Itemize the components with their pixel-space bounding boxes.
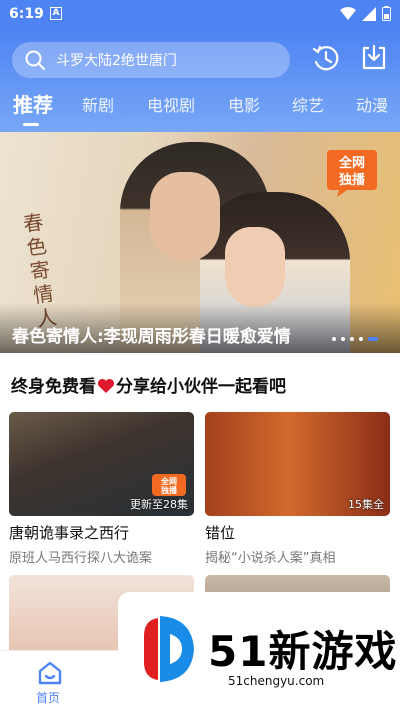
badge-text-2: 独播 <box>160 485 178 495</box>
category-tabs: 推荐 新剧 电视剧 电影 综艺 动漫 <box>0 88 400 128</box>
section-title-before: 终身免费看 <box>11 377 96 397</box>
download-icon[interactable] <box>358 42 390 74</box>
video-title: 唐朝诡事录之西行 <box>9 524 130 542</box>
wifi-icon <box>340 6 356 20</box>
badge-text-1: 全网 <box>338 155 365 171</box>
banner-title: 春色寄情人:李现周雨彤春日暖愈爱情 <box>12 327 291 347</box>
exclusive-badge: 全网 独播 <box>152 474 186 496</box>
notification-a-icon: A <box>50 7 62 20</box>
search-bar[interactable]: 斗罗大陆2绝世唐门 <box>12 42 290 78</box>
signal-icon <box>362 6 376 21</box>
episode-count: 更新至28集 <box>130 498 188 511</box>
video-card[interactable]: 全网 独播 更新至28集 唐朝诡事录之西行 原班人马西行探八大诡案 <box>9 412 194 566</box>
nav-home-label[interactable]: 首页 <box>36 689 60 706</box>
carousel-dot-active[interactable] <box>368 337 378 341</box>
hero-banner[interactable]: 春色寄情人 全网 独播 春色寄情人:李现周雨彤春日暖愈爱情 <box>0 132 400 353</box>
video-card[interactable]: 15集全 错位 揭秘“小说杀人案”真相 <box>205 412 390 566</box>
section-title: 终身免费看 分享给小伙伴一起看吧 <box>11 372 286 397</box>
watermark-text: 51新游戏 <box>208 627 398 676</box>
banner-face-man <box>150 172 220 262</box>
watermark-logo-icon <box>144 616 194 682</box>
battery-icon <box>382 6 391 21</box>
carousel-dot[interactable] <box>359 337 363 341</box>
home-icon[interactable] <box>37 661 63 685</box>
search-icon <box>25 50 45 70</box>
site-watermark: 51新游戏 51chengyu.com <box>118 592 400 710</box>
carousel-dots <box>332 337 378 341</box>
tab-variety[interactable]: 综艺 <box>292 92 324 116</box>
active-tab-indicator <box>23 123 39 126</box>
carousel-dot[interactable] <box>341 337 345 341</box>
exclusive-badge: 全网 独播 <box>327 150 377 197</box>
watermark-url: 51chengyu.com <box>228 674 325 688</box>
carousel-dot[interactable] <box>350 337 354 341</box>
tab-movies[interactable]: 电影 <box>228 92 260 116</box>
video-thumbnail: 全网 独播 更新至28集 <box>9 412 194 516</box>
badge-text-1: 全网 <box>160 476 177 486</box>
status-icons <box>340 6 391 21</box>
history-icon[interactable] <box>310 42 342 74</box>
badge-text-2: 独播 <box>339 172 366 188</box>
carousel-dot[interactable] <box>332 337 336 341</box>
status-bar: 6:19 A <box>0 0 400 28</box>
tab-recommend[interactable]: 推荐 <box>13 89 53 118</box>
tab-new-drama[interactable]: 新剧 <box>82 92 114 116</box>
heart-icon <box>97 378 115 393</box>
tab-anime[interactable]: 动漫 <box>356 92 388 116</box>
episode-count: 15集全 <box>348 498 384 511</box>
video-title: 错位 <box>205 524 236 542</box>
video-thumbnail: 15集全 <box>205 412 390 516</box>
banner-face-woman <box>225 227 285 307</box>
tab-tv-series[interactable]: 电视剧 <box>147 92 195 116</box>
search-placeholder: 斗罗大陆2绝世唐门 <box>56 53 177 69</box>
status-time: 6:19 <box>9 6 44 22</box>
video-subtitle: 揭秘“小说杀人案”真相 <box>205 551 336 566</box>
top-header: 斗罗大陆2绝世唐门 推荐 新剧 电视剧 电影 综艺 动漫 <box>0 28 400 132</box>
video-subtitle: 原班人马西行探八大诡案 <box>9 551 153 566</box>
section-title-after: 分享给小伙伴一起看吧 <box>116 377 286 397</box>
